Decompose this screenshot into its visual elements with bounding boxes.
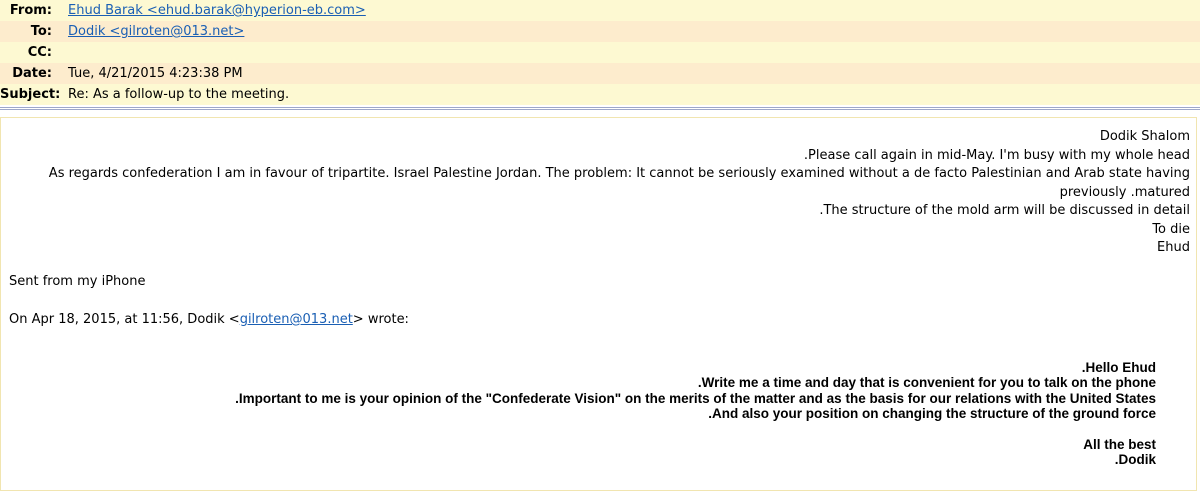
message-body: Dodik Shalom .Please call again in mid-M… xyxy=(0,117,1197,491)
attribution-prefix: On Apr 18, 2015, at 11:56, Dodik < xyxy=(9,312,240,327)
email-header: From: Ehud Barak <ehud.barak@hyperion-eb… xyxy=(0,0,1200,105)
date-value: Tue, 4/21/2015 4:23:38 PM xyxy=(68,66,243,81)
quote-attribution: On Apr 18, 2015, at 11:56, Dodik <gilrot… xyxy=(9,312,409,327)
reply-line: To die xyxy=(1152,221,1190,237)
date-label: Date: xyxy=(12,66,52,81)
cc-label: CC: xyxy=(27,45,52,60)
reply-line: .The structure of the mold arm will be d… xyxy=(819,203,1190,218)
to-row: To: Dodik <gilroten@013.net> xyxy=(0,21,1200,42)
quoted-line: .And also your position on changing the … xyxy=(708,406,1156,422)
reply-signature: Ehud xyxy=(1157,240,1190,255)
reply-text: Dodik Shalom .Please call again in mid-M… xyxy=(30,128,1190,258)
reply-line: As regards confederation I am in favour … xyxy=(48,166,1190,200)
quoted-line: All the best xyxy=(1083,436,1156,452)
quoted-signature: .Dodik xyxy=(1114,452,1156,468)
quoted-spacer xyxy=(235,422,1156,437)
subject-label: Subject: xyxy=(0,87,61,102)
header-separator xyxy=(0,107,1200,110)
subject-value: Re: As a follow-up to the meeting. xyxy=(68,87,290,102)
reply-line: .Please call again in mid-May. I'm busy … xyxy=(803,147,1190,163)
quoted-line: .Important to me is your opinion of the … xyxy=(235,390,1156,406)
from-address-link[interactable]: Ehud Barak <ehud.barak@hyperion-eb.com> xyxy=(68,3,366,18)
to-address-link[interactable]: Dodik <gilroten@013.net> xyxy=(68,24,244,39)
reply-line: Dodik Shalom xyxy=(1099,129,1190,144)
attribution-email-link[interactable]: gilroten@013.net xyxy=(240,312,353,327)
quoted-line: .Hello Ehud xyxy=(1081,360,1156,375)
subject-row: Subject: Re: As a follow-up to the meeti… xyxy=(0,84,1200,105)
from-label: From: xyxy=(9,3,52,18)
date-row: Date: Tue, 4/21/2015 4:23:38 PM xyxy=(0,63,1200,84)
cc-row: CC: xyxy=(0,42,1200,63)
from-row: From: Ehud Barak <ehud.barak@hyperion-eb… xyxy=(0,0,1200,21)
to-label: To: xyxy=(30,24,52,39)
quoted-line: .Write me a time and day that is conveni… xyxy=(697,375,1156,391)
attribution-suffix: > wrote: xyxy=(352,312,409,327)
sent-from-signature: Sent from my iPhone xyxy=(9,274,146,289)
quoted-message: .Hello Ehud .Write me a time and day tha… xyxy=(235,360,1156,467)
